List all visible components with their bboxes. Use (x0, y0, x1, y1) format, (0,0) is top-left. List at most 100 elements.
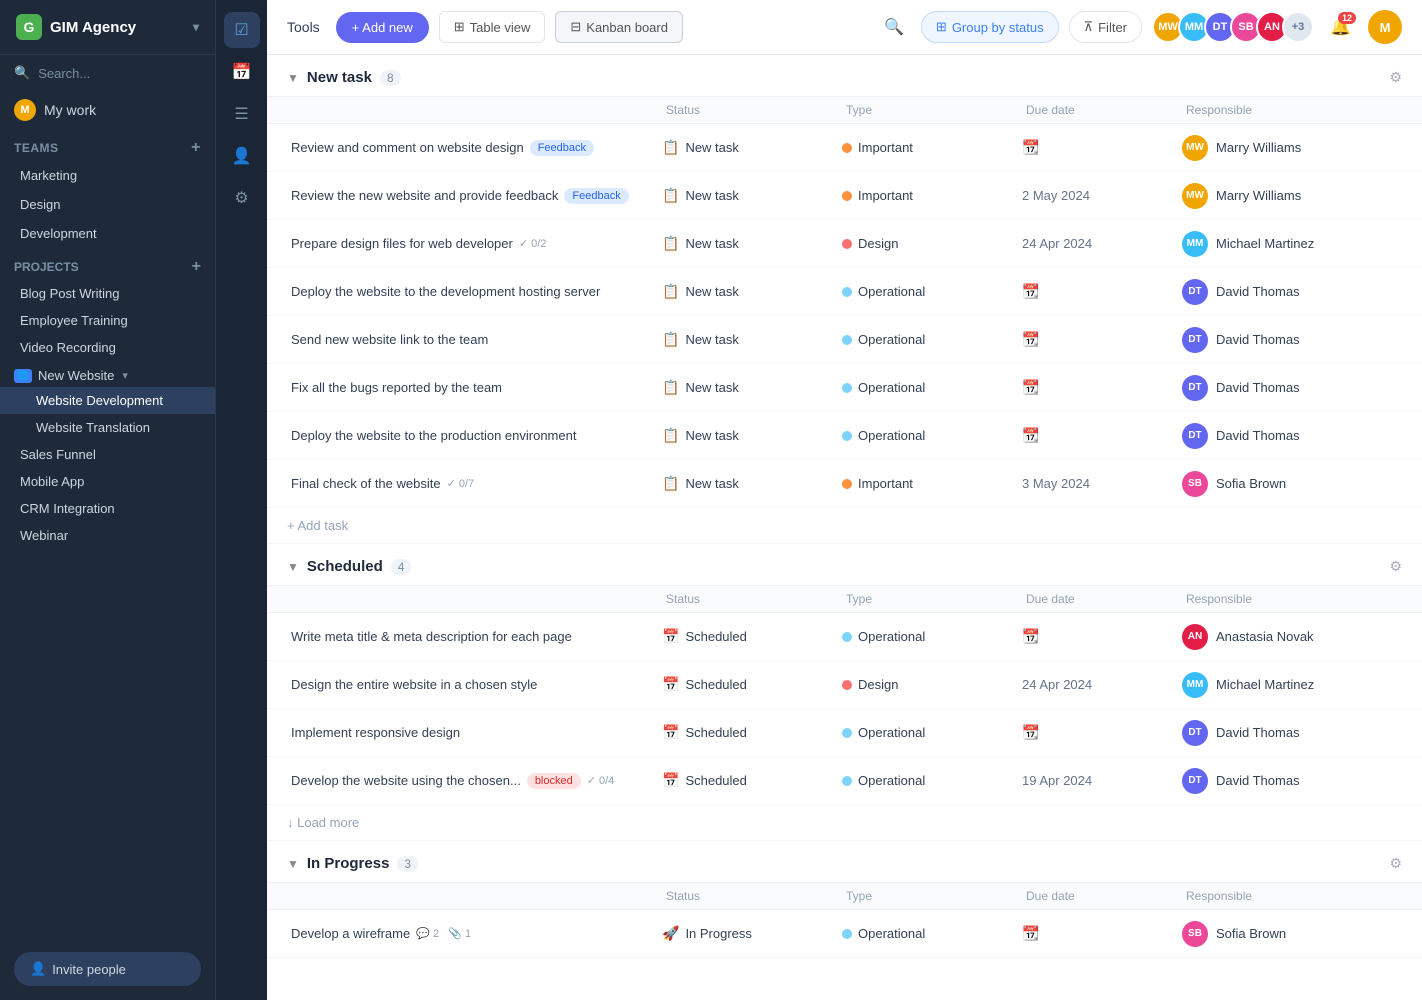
group-header-scheduled: ▼ Scheduled 4 ⚙ (267, 544, 1422, 586)
sidebar-item-development[interactable]: Development (0, 219, 215, 248)
group-count-in-progress: 3 (397, 856, 418, 872)
table-row[interactable]: Prepare design files for web developer ✓… (267, 220, 1422, 268)
task-group-new-task: ▼ New task 8 ⚙ Status Type Due date Resp… (267, 55, 1422, 544)
group-title-new-task: New task (307, 69, 372, 86)
calendar-icon: 📆 (1022, 628, 1039, 645)
toolbar: Tools + Add new ⊞ Table view ⊟ Kanban bo… (267, 0, 1422, 55)
table-row[interactable]: Deploy the website to the production env… (267, 412, 1422, 460)
calendar-icon: 📆 (1022, 427, 1039, 444)
teams-label: Teams (14, 141, 59, 155)
icon-tasks[interactable]: ☑ (224, 12, 260, 48)
task-group-in-progress: ▼ In Progress 3 ⚙ Status Type Due date R… (267, 841, 1422, 958)
my-work-label: My work (44, 102, 96, 118)
sidebar-item-marketing[interactable]: Marketing (0, 161, 215, 190)
search-icon: 🔍 (14, 65, 30, 81)
app-logo[interactable]: G GIM Agency ▾ (0, 0, 215, 55)
task-group-scheduled: ▼ Scheduled 4 ⚙ Status Type Due date Res… (267, 544, 1422, 841)
table-row[interactable]: Develop the website using the chosen... … (267, 757, 1422, 805)
sidebar-item-sales-funnel[interactable]: Sales Funnel (0, 441, 215, 468)
calendar-icon: 📆 (1022, 139, 1039, 156)
projects-section-header: Projects + (0, 248, 215, 280)
sidebar-item-mobile-app[interactable]: Mobile App (0, 468, 215, 495)
group-title-in-progress: In Progress (307, 855, 390, 872)
table-row[interactable]: Design the entire website in a chosen st… (267, 661, 1422, 709)
table-row[interactable]: Review the new website and provide feedb… (267, 172, 1422, 220)
responsible-avatar: DT (1182, 423, 1208, 449)
app-name: GIM Agency (50, 19, 136, 36)
avatars-group: MW MM DT SB AN +3 (1152, 11, 1314, 43)
teams-section-header: Teams + (0, 129, 215, 161)
sidebar-item-website-development[interactable]: Website Development (0, 387, 215, 414)
responsible-avatar: DT (1182, 768, 1208, 794)
table-header-new-task: Status Type Due date Responsible (267, 97, 1422, 124)
sidebar-item-blog-post[interactable]: Blog Post Writing (0, 280, 215, 307)
group-header-new-task: ▼ New task 8 ⚙ (267, 55, 1422, 97)
group-settings-in-progress[interactable]: ⚙ (1389, 855, 1402, 872)
sidebar: G GIM Agency ▾ 🔍 Search... M My work Tea… (0, 0, 215, 1000)
responsible-avatar: MW (1182, 135, 1208, 161)
search-button[interactable]: 🔍 (877, 10, 911, 44)
table-row[interactable]: Review and comment on website design Fee… (267, 124, 1422, 172)
load-more-button[interactable]: ↓ Load more (267, 805, 1422, 841)
group-chevron-new-task[interactable]: ▼ (287, 71, 299, 85)
icon-list[interactable]: ☰ (224, 96, 260, 132)
content-area: ▼ New task 8 ⚙ Status Type Due date Resp… (267, 55, 1422, 1000)
responsible-avatar: DT (1182, 327, 1208, 353)
group-chevron-scheduled[interactable]: ▼ (287, 560, 299, 574)
add-task-button[interactable]: + Add task (267, 508, 1422, 544)
icon-strip: ☑ 📅 ☰ 👤 ⚙ (215, 0, 267, 1000)
sidebar-item-website-translation[interactable]: Website Translation (0, 414, 215, 441)
table-view-icon: ⊞ (454, 19, 465, 35)
tools-label: Tools (287, 19, 320, 35)
search-bar[interactable]: 🔍 Search... (0, 55, 215, 91)
group-header-in-progress: ▼ In Progress 3 ⚙ (267, 841, 1422, 883)
icon-calendar[interactable]: 📅 (224, 54, 260, 90)
my-work-avatar: M (14, 99, 36, 121)
add-new-button[interactable]: + Add new (336, 12, 429, 43)
design-label: Design (20, 197, 60, 212)
sidebar-item-design[interactable]: Design (0, 190, 215, 219)
logo-icon: G (16, 14, 42, 40)
kanban-board-button[interactable]: ⊟ Kanban board (555, 11, 683, 43)
sidebar-item-video-recording[interactable]: Video Recording (0, 334, 215, 361)
table-row[interactable]: Send new website link to the team 📋 New … (267, 316, 1422, 364)
responsible-avatar: DT (1182, 279, 1208, 305)
add-project-button[interactable]: + (192, 258, 201, 276)
avatar-extra-count[interactable]: +3 (1282, 11, 1314, 43)
sidebar-item-webinar[interactable]: Webinar (0, 522, 215, 549)
sidebar-bottom: 👤 Invite people (0, 938, 215, 1000)
responsible-avatar: SB (1182, 921, 1208, 947)
calendar-icon: 📆 (1022, 925, 1039, 942)
group-count-new-task: 8 (380, 70, 401, 86)
table-row[interactable]: Develop a wireframe 💬 2 📎 1 🚀 In Progres… (267, 910, 1422, 958)
my-work-item[interactable]: M My work (0, 91, 215, 129)
calendar-icon: 📆 (1022, 724, 1039, 741)
responsible-avatar: SB (1182, 471, 1208, 497)
table-row[interactable]: Final check of the website ✓ 0/7 📋 New t… (267, 460, 1422, 508)
group-by-status-button[interactable]: ⊞ Group by status (921, 11, 1059, 43)
add-team-button[interactable]: + (191, 139, 201, 157)
sidebar-item-crm-integration[interactable]: CRM Integration (0, 495, 215, 522)
table-header-in-progress: Status Type Due date Responsible (267, 883, 1422, 910)
notification-button[interactable]: 🔔 12 (1324, 10, 1358, 44)
development-label: Development (20, 226, 97, 241)
table-header-scheduled: Status Type Due date Responsible (267, 586, 1422, 613)
table-row[interactable]: Fix all the bugs reported by the team 📋 … (267, 364, 1422, 412)
teams-list: Marketing Design Development (0, 161, 215, 248)
filter-button[interactable]: ⊼ Filter (1069, 11, 1142, 43)
group-settings-scheduled[interactable]: ⚙ (1389, 558, 1402, 575)
responsible-avatar: MW (1182, 183, 1208, 209)
table-row[interactable]: Deploy the website to the development ho… (267, 268, 1422, 316)
icon-settings[interactable]: ⚙ (224, 180, 260, 216)
icon-person[interactable]: 👤 (224, 138, 260, 174)
group-settings-new-task[interactable]: ⚙ (1389, 69, 1402, 86)
filter-icon: ⊼ (1084, 19, 1094, 35)
invite-people-button[interactable]: 👤 Invite people (14, 952, 201, 986)
sidebar-item-employee-training[interactable]: Employee Training (0, 307, 215, 334)
table-row[interactable]: Write meta title & meta description for … (267, 613, 1422, 661)
group-chevron-in-progress[interactable]: ▼ (287, 857, 299, 871)
sidebar-item-new-website[interactable]: 🌐 New Website ▾ (0, 361, 215, 387)
table-view-button[interactable]: ⊞ Table view (439, 11, 546, 43)
table-row[interactable]: Implement responsive design 📅 Scheduled … (267, 709, 1422, 757)
user-avatar[interactable]: M (1368, 10, 1402, 44)
